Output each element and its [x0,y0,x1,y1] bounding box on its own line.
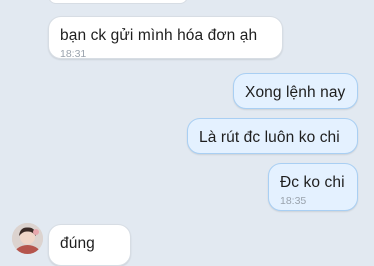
chat-conversation: bạn ck gửi mình hóa đơn ạh 18:31 Xong lệ… [0,0,374,266]
previous-message-bubble[interactable] [48,0,188,4]
message-text: đúng [60,235,95,252]
avatar-photo-icon [12,223,43,254]
message-text: Đc ko chi [280,174,345,191]
message-bubble-outgoing[interactable]: Xong lệnh nay [233,73,358,109]
message-bubble-outgoing[interactable]: Là rút đc luôn ko chi [187,118,358,154]
contact-avatar[interactable] [12,223,43,254]
message-time: 18:35 [280,195,307,207]
message-time: 18:31 [60,48,87,60]
message-bubble-outgoing[interactable]: Đc ko chi 18:35 [268,163,358,211]
message-text: Là rút đc luôn ko chi [199,129,340,146]
message-bubble-incoming[interactable]: bạn ck gửi mình hóa đơn ạh 18:31 [48,16,283,60]
message-text: bạn ck gửi mình hóa đơn ạh [60,27,258,44]
message-text: Xong lệnh nay [245,84,346,101]
message-bubble-incoming[interactable]: đúng [48,224,131,266]
